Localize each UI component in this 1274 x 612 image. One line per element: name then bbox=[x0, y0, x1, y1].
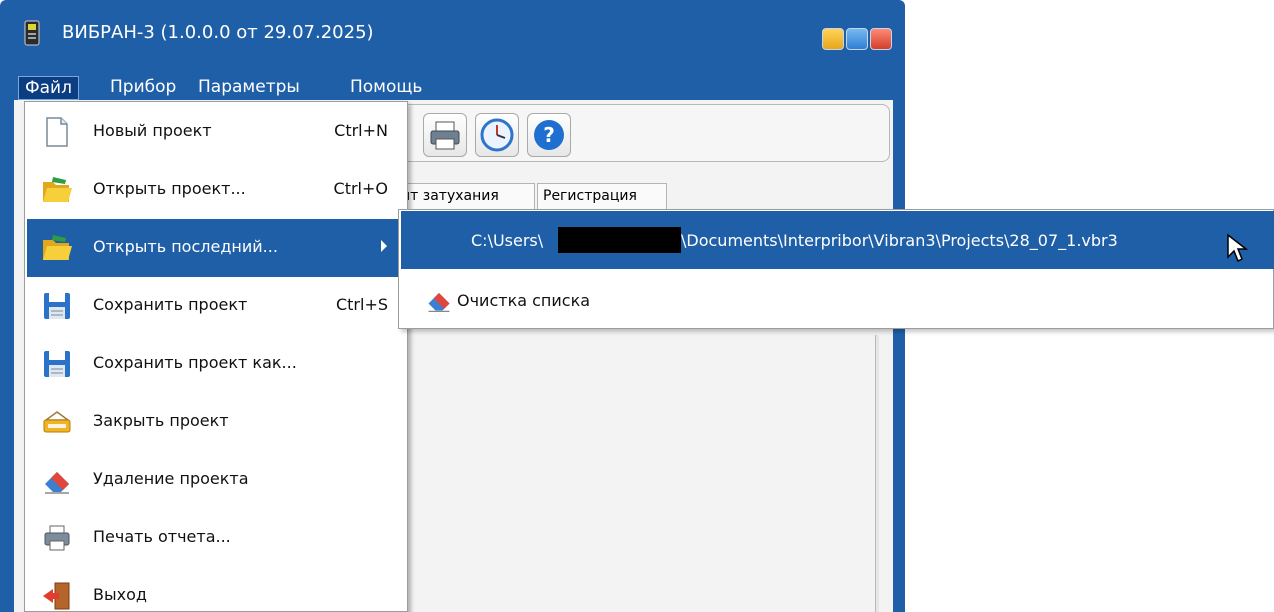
menu-item-open-project[interactable]: Открыть проект... Ctrl+O bbox=[27, 161, 405, 219]
eraser-icon bbox=[45, 472, 69, 494]
menu-item-label: Сохранить проект как... bbox=[93, 353, 297, 372]
printer-icon bbox=[430, 121, 460, 150]
svg-text:?: ? bbox=[543, 123, 555, 147]
menu-bar: Файл Прибор Параметры Помощь bbox=[14, 74, 893, 100]
print-button[interactable] bbox=[423, 113, 467, 157]
recent-path-suffix: \Documents\Interpribor\Vibran3\Projects\… bbox=[681, 231, 1118, 250]
menu-item-print-report[interactable]: Печать отчета... bbox=[27, 509, 405, 567]
menu-item-new-project[interactable]: Новый проект Ctrl+N bbox=[27, 103, 405, 161]
help-button[interactable]: ? bbox=[527, 113, 571, 157]
menu-device[interactable]: Прибор bbox=[104, 76, 182, 100]
tab-damping[interactable]: нт затухания bbox=[395, 183, 535, 209]
menu-item-shortcut: Ctrl+O bbox=[333, 179, 388, 198]
toolbar: ? bbox=[373, 104, 890, 162]
open-folder-icon bbox=[43, 235, 72, 260]
device-app-icon bbox=[24, 20, 40, 46]
recent-projects-submenu: C:\Users\ \Documents\Interpribor\Vibran3… bbox=[398, 209, 1274, 329]
mouse-cursor-icon bbox=[1227, 233, 1249, 263]
exit-door-icon bbox=[43, 582, 70, 610]
menu-item-label: Печать отчета... bbox=[93, 527, 231, 546]
clock-icon bbox=[480, 118, 514, 152]
close-button[interactable] bbox=[870, 28, 892, 50]
menu-item-label: Открыть проект... bbox=[93, 179, 246, 198]
menu-item-open-recent[interactable]: Открыть последний... bbox=[27, 219, 405, 277]
menu-help[interactable]: Помощь bbox=[344, 76, 428, 100]
menu-item-label: Выход bbox=[93, 585, 147, 604]
menu-item-exit[interactable]: Выход bbox=[27, 567, 405, 612]
clear-list-label: Очистка списка bbox=[457, 291, 591, 310]
menu-item-label: Новый проект bbox=[93, 121, 212, 140]
file-menu-dropdown: Новый проект Ctrl+N Открыть проект... Ct… bbox=[24, 101, 408, 612]
new-document-icon bbox=[46, 117, 68, 147]
eraser-icon bbox=[428, 293, 450, 313]
menu-item-save-project-as[interactable]: Сохранить проект как... bbox=[27, 335, 405, 393]
menu-item-shortcut: Ctrl+S bbox=[335, 295, 388, 314]
clear-list-item[interactable]: Очистка списка bbox=[401, 271, 1274, 329]
printer-icon bbox=[44, 525, 70, 551]
clock-button[interactable] bbox=[475, 113, 519, 157]
menu-parameters[interactable]: Параметры bbox=[192, 76, 306, 100]
menu-item-save-project[interactable]: Сохранить проект Ctrl+S bbox=[27, 277, 405, 335]
floppy-disk-icon bbox=[44, 293, 70, 319]
tab-registration[interactable]: Регистрация bbox=[537, 183, 667, 209]
window-title: ВИБРАН-3 (1.0.0.0 от 29.07.2025) bbox=[62, 22, 374, 43]
menu-item-delete-project[interactable]: Удаление проекта bbox=[27, 451, 405, 509]
close-sign-icon bbox=[43, 411, 71, 433]
maximize-button[interactable] bbox=[846, 28, 868, 50]
recent-path-prefix: C:\Users\ bbox=[471, 231, 544, 250]
recent-project-item[interactable]: C:\Users\ \Documents\Interpribor\Vibran3… bbox=[401, 211, 1274, 269]
menu-item-label: Открыть последний... bbox=[93, 237, 278, 256]
menu-file[interactable]: Файл bbox=[18, 76, 79, 100]
menu-item-label: Сохранить проект bbox=[93, 295, 248, 314]
open-folder-icon bbox=[43, 177, 72, 202]
question-mark-icon: ? bbox=[534, 120, 564, 150]
floppy-disk-icon bbox=[44, 351, 70, 377]
redacted-username bbox=[558, 227, 681, 253]
panel-divider bbox=[875, 335, 879, 612]
menu-item-shortcut: Ctrl+N bbox=[334, 121, 388, 140]
minimize-button[interactable] bbox=[822, 28, 844, 50]
menu-item-close-project[interactable]: Закрыть проект bbox=[27, 393, 405, 451]
menu-item-label: Закрыть проект bbox=[93, 411, 229, 430]
menu-item-label: Удаление проекта bbox=[93, 469, 249, 488]
submenu-arrow-icon bbox=[381, 240, 387, 252]
title-bar[interactable]: ВИБРАН-3 (1.0.0.0 от 29.07.2025) bbox=[0, 0, 905, 70]
